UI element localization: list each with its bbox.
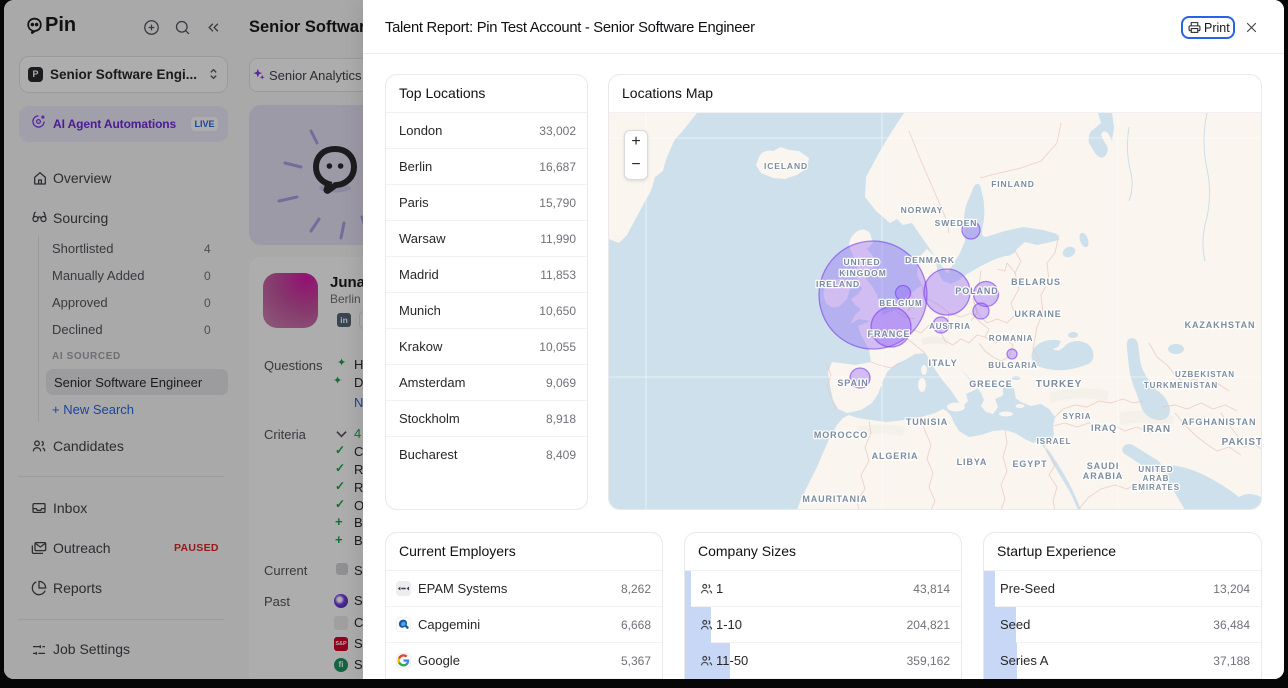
svg-text:UKRAINE: UKRAINE bbox=[1014, 309, 1061, 319]
svg-text:KINGDOM: KINGDOM bbox=[839, 268, 886, 278]
svg-text:SAUDI: SAUDI bbox=[1087, 461, 1120, 471]
svg-text:PAKISTAN: PAKISTAN bbox=[1222, 437, 1261, 448]
svg-text:GREECE: GREECE bbox=[969, 379, 1012, 389]
svg-text:MOROCCO: MOROCCO bbox=[814, 430, 868, 440]
svg-text:BELGIUM: BELGIUM bbox=[879, 299, 922, 308]
svg-text:ARAB: ARAB bbox=[1143, 474, 1170, 483]
svg-text:TURKMENISTAN: TURKMENISTAN bbox=[1144, 381, 1218, 390]
svg-text:ICELAND: ICELAND bbox=[764, 161, 808, 171]
svg-text:LIBYA: LIBYA bbox=[957, 457, 988, 467]
svg-text:UZBEKISTAN: UZBEKISTAN bbox=[1175, 370, 1235, 379]
svg-text:MAURITANIA: MAURITANIA bbox=[802, 494, 867, 504]
svg-text:UNITED: UNITED bbox=[843, 257, 880, 267]
svg-text:ISRAEL: ISRAEL bbox=[1037, 437, 1072, 446]
svg-text:DENMARK: DENMARK bbox=[905, 255, 955, 265]
svg-text:ROMANIA: ROMANIA bbox=[989, 334, 1034, 343]
svg-text:SWEDEN: SWEDEN bbox=[935, 218, 978, 228]
svg-text:TURKEY: TURKEY bbox=[1036, 379, 1083, 390]
svg-text:IRELAND: IRELAND bbox=[816, 279, 860, 289]
svg-text:ARABIA: ARABIA bbox=[1083, 471, 1123, 481]
svg-text:KAZAKHSTAN: KAZAKHSTAN bbox=[1185, 320, 1256, 330]
svg-text:AUSTRIA: AUSTRIA bbox=[929, 322, 971, 331]
svg-text:SPAIN: SPAIN bbox=[837, 378, 868, 388]
svg-text:FRANCE: FRANCE bbox=[868, 329, 911, 339]
svg-text:FINLAND: FINLAND bbox=[991, 179, 1035, 189]
svg-text:IRAQ: IRAQ bbox=[1091, 423, 1117, 433]
svg-text:AFGHANISTAN: AFGHANISTAN bbox=[1182, 417, 1257, 427]
svg-text:ALGERIA: ALGERIA bbox=[872, 451, 919, 461]
svg-text:NORWAY: NORWAY bbox=[901, 205, 944, 215]
svg-text:POLAND: POLAND bbox=[955, 286, 998, 296]
svg-text:TUNISIA: TUNISIA bbox=[906, 417, 948, 427]
svg-text:BELARUS: BELARUS bbox=[1011, 277, 1061, 287]
svg-text:EMIRATES: EMIRATES bbox=[1132, 483, 1180, 492]
svg-text:EGYPT: EGYPT bbox=[1012, 459, 1047, 469]
svg-text:SYRIA: SYRIA bbox=[1063, 412, 1092, 421]
svg-text:IRAN: IRAN bbox=[1143, 424, 1171, 435]
svg-text:BULGARIA: BULGARIA bbox=[988, 361, 1037, 370]
svg-text:ITALY: ITALY bbox=[928, 358, 957, 368]
svg-text:UNITED: UNITED bbox=[1138, 465, 1173, 474]
